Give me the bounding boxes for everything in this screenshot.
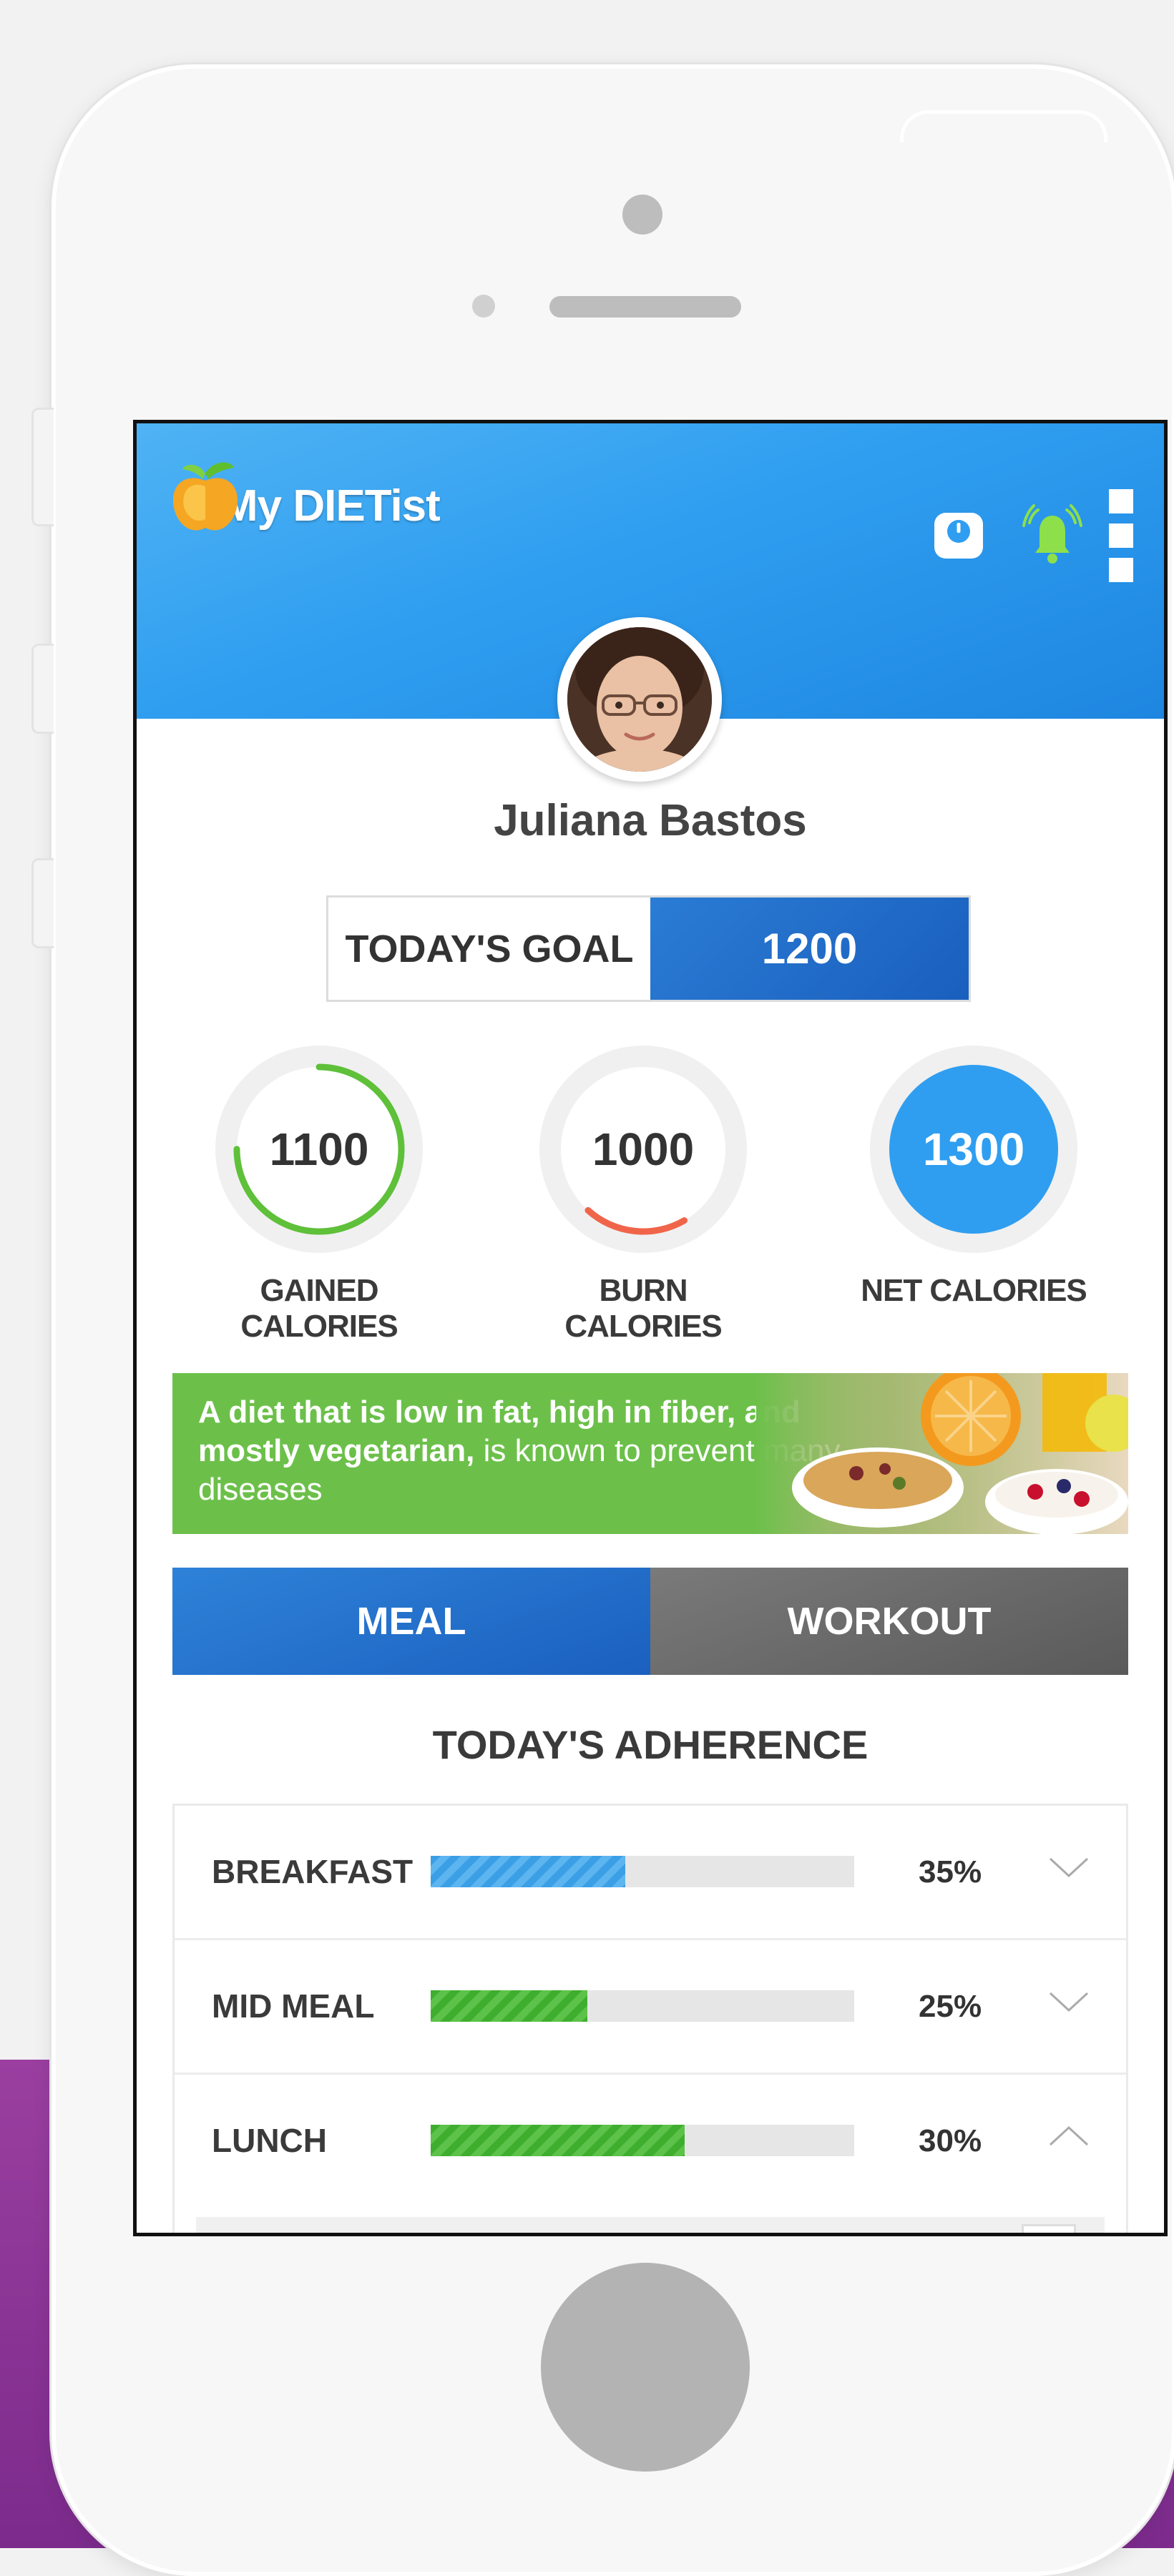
tab-meal[interactable]: MEAL bbox=[172, 1568, 650, 1675]
list-item-lunch[interactable]: LUNCH 30% bbox=[175, 2075, 1126, 2207]
menu-dot bbox=[1109, 558, 1133, 582]
stat-value: 1300 bbox=[922, 1124, 1025, 1175]
weight-scale-icon[interactable] bbox=[926, 503, 991, 568]
row-label: BREAKFAST bbox=[212, 1853, 414, 1890]
phone-speaker bbox=[549, 296, 741, 318]
stat-label: BURN CALORIES bbox=[564, 1273, 722, 1344]
stat-label: GAINED CALORIES bbox=[240, 1273, 398, 1344]
chevron-up-icon[interactable] bbox=[1047, 2122, 1090, 2150]
phone-volume-up-button bbox=[31, 644, 54, 734]
progress-fill bbox=[431, 1990, 588, 2022]
phone-top-ridge bbox=[900, 110, 1107, 142]
progress-fill bbox=[431, 2125, 685, 2156]
calorie-ring: 1300 bbox=[870, 1046, 1077, 1253]
banner-food-image bbox=[756, 1373, 1128, 1534]
menu-dot bbox=[1109, 523, 1133, 548]
phone-mute-switch bbox=[31, 408, 54, 526]
app-logo: My DIETist bbox=[170, 455, 441, 531]
header-actions bbox=[926, 489, 1135, 582]
progress-bar bbox=[431, 1856, 854, 1887]
app-name: My DIETist bbox=[221, 481, 441, 531]
progress-fill bbox=[431, 1856, 626, 1887]
progress-bar bbox=[431, 1990, 854, 2022]
more-vertical-icon[interactable] bbox=[1107, 489, 1135, 582]
row-label: LUNCH bbox=[212, 2122, 327, 2159]
stat-value: 1100 bbox=[269, 1124, 369, 1175]
stat-net-calories[interactable]: 1300 NET CALORIES bbox=[852, 1046, 1095, 1309]
avatar-photo bbox=[567, 627, 712, 772]
phone-sensor bbox=[472, 295, 495, 318]
phone-volume-down-button bbox=[31, 858, 54, 948]
lunch-expanded-content bbox=[196, 2217, 1105, 2233]
stat-value: 1000 bbox=[592, 1124, 695, 1175]
menu-dot bbox=[1109, 489, 1133, 513]
list-item-breakfast[interactable]: BREAKFAST 35% bbox=[175, 1806, 1126, 1940]
list-item-mid-meal[interactable]: MID MEAL 25% bbox=[175, 1940, 1126, 2075]
calorie-ring: 1000 bbox=[539, 1046, 747, 1253]
diet-tip-banner[interactable]: A diet that is low in fat, high in fiber… bbox=[172, 1373, 1128, 1534]
goal-value: 1200 bbox=[650, 898, 969, 1000]
chevron-down-icon[interactable] bbox=[1047, 1987, 1090, 2016]
notification-bell-icon[interactable] bbox=[1017, 500, 1088, 571]
apple-logo-icon bbox=[170, 458, 241, 531]
goal-label: TODAY'S GOAL bbox=[328, 898, 650, 1000]
row-percent: 35% bbox=[919, 1854, 982, 1889]
calorie-ring: 1100 bbox=[215, 1046, 423, 1253]
progress-bar bbox=[431, 2125, 854, 2156]
phone-home-button[interactable] bbox=[541, 2263, 750, 2472]
chevron-down-icon[interactable] bbox=[1047, 1853, 1090, 1882]
todays-goal: TODAY'S GOAL 1200 bbox=[326, 895, 971, 1002]
item-checkbox[interactable] bbox=[1022, 2224, 1076, 2233]
app-screen: My DIETist Juliana Bastos TODAY'S GOAL 1… bbox=[133, 420, 1168, 2236]
avatar[interactable] bbox=[557, 617, 722, 782]
stat-burn-calories[interactable]: 1000 BURN CALORIES bbox=[522, 1046, 765, 1344]
banner-text: A diet that is low in fat, high in fiber… bbox=[198, 1393, 842, 1509]
phone-camera bbox=[622, 195, 662, 235]
row-label: MID MEAL bbox=[212, 1987, 375, 2025]
stat-gained-calories[interactable]: 1100 GAINED CALORIES bbox=[197, 1046, 441, 1344]
user-name: Juliana Bastos bbox=[494, 796, 807, 845]
adherence-title: TODAY'S ADHERENCE bbox=[432, 1722, 869, 1767]
row-percent: 25% bbox=[919, 1989, 982, 2024]
row-percent: 30% bbox=[919, 2123, 982, 2158]
meal-workout-tabs: MEAL WORKOUT bbox=[172, 1568, 1128, 1675]
stat-label: NET CALORIES bbox=[861, 1273, 1087, 1308]
adherence-list: BREAKFAST 35% MID MEAL 25% LUNCH 30% bbox=[172, 1804, 1128, 2233]
tab-workout[interactable]: WORKOUT bbox=[650, 1568, 1128, 1675]
